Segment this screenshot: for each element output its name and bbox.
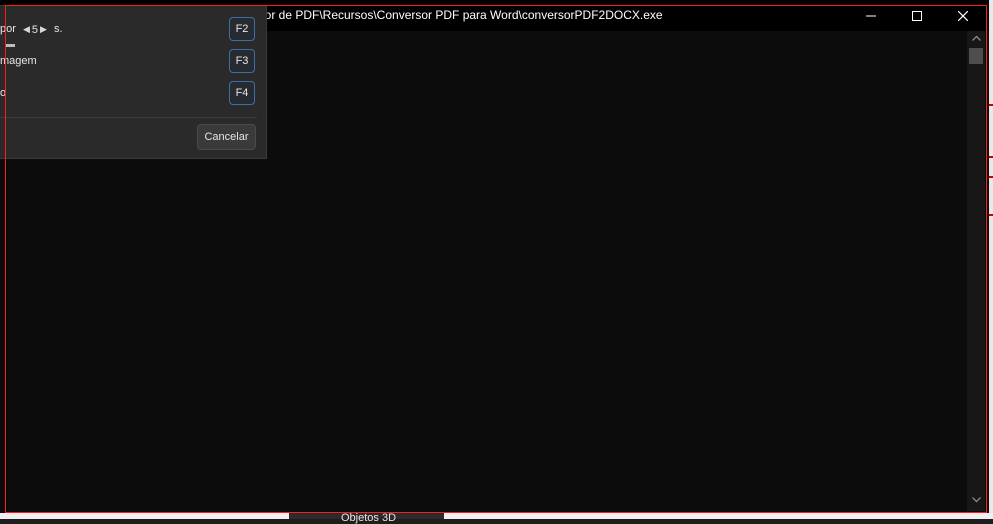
panel-row-1: por ◀ 5 ▶ s. — [0, 23, 63, 36]
panel-row-1-prefix: por — [0, 23, 16, 35]
scroll-up-icon[interactable] — [967, 35, 985, 47]
minimize-button[interactable] — [848, 0, 894, 31]
interval-stepper[interactable]: ◀ 5 ▶ — [23, 24, 47, 36]
scroll-down-icon[interactable] — [967, 497, 985, 509]
f3-key-button[interactable]: F3 — [229, 49, 255, 73]
f4-key-button[interactable]: F4 — [229, 81, 255, 105]
maximize-button[interactable] — [894, 0, 940, 31]
minimize-icon — [866, 15, 876, 16]
scroll-thumb[interactable] — [969, 48, 983, 64]
background-taskbar-strip — [0, 513, 993, 519]
maximize-icon — [912, 10, 922, 21]
close-icon — [958, 10, 968, 21]
separator-dash — [5, 44, 15, 47]
shortcut-panel: por ◀ 5 ▶ s. F2 magem F3 o F4 Cancelar — [0, 5, 267, 159]
panel-row-2-label: magem — [0, 55, 37, 67]
stepper-left-icon[interactable]: ◀ — [23, 24, 30, 35]
panel-row-3-label: o — [0, 87, 7, 99]
f2-key-button[interactable]: F2 — [229, 17, 255, 41]
background-folder-label: Objetos 3D — [341, 512, 397, 524]
vertical-scrollbar[interactable] — [967, 31, 985, 511]
panel-row-1-suffix: s. — [54, 23, 63, 35]
close-button[interactable] — [940, 0, 986, 31]
stepper-right-icon[interactable]: ▶ — [40, 24, 47, 35]
cancel-button[interactable]: Cancelar — [197, 124, 256, 150]
stepper-value: 5 — [31, 23, 39, 36]
background-window-edge — [989, 0, 993, 519]
panel-divider — [0, 117, 257, 118]
